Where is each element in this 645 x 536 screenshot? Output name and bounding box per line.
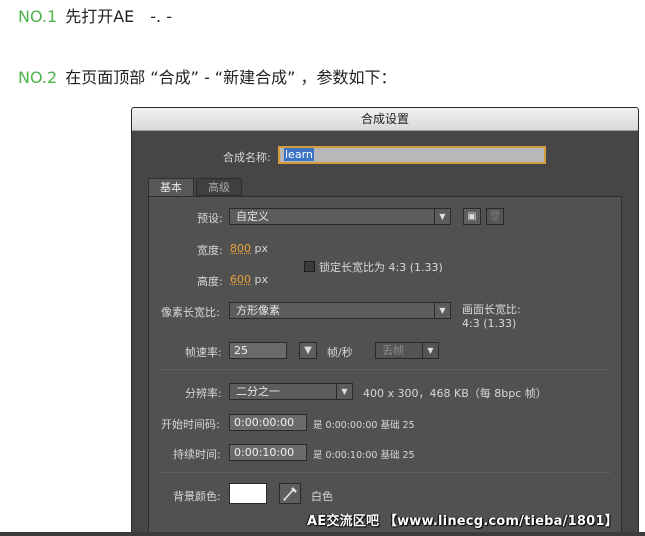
lock-aspect-checkbox[interactable] [304,261,315,272]
fps-label: 帧速率: [185,346,222,359]
width-field[interactable]: 800 px [230,242,268,255]
preset-label: 预设: [197,212,223,225]
start-timecode-label: 开始时间码: [161,418,220,431]
width-unit: px [254,242,269,255]
drop-frame-select[interactable]: 丢帧 ▼ [375,342,439,359]
pixel-aspect-value: 方形像素 [236,304,280,317]
step-1: NO.1 先打开AE -. - [18,3,172,27]
duration-input[interactable]: 0:00:10:00 [229,444,307,461]
duration-label: 持续时间: [173,448,221,461]
lock-aspect-label: 锁定长宽比为 4:3 (1.33) [319,261,443,274]
background-color-label: 背景颜色: [173,490,221,503]
frame-aspect-value: 4:3 (1.33) [462,317,517,330]
dialog-title: 合成设置 [132,108,638,131]
preset-value: 自定义 [236,210,269,223]
background-color-swatch[interactable] [229,483,267,504]
step-2-text: 在页面顶部 “合成” - “新建合成” ，参数如下： [65,68,397,87]
tab-basic[interactable]: 基本 [148,178,194,196]
chevron-down-icon: ▼ [304,345,312,356]
composition-name-label: 合成名称: [223,151,271,164]
resolution-value: 二分之一 [236,385,280,398]
trash-icon[interactable]: 🗑 [486,208,504,225]
forum-watermark: AE交流区吧 【www.linecg.com/tieba/1801】 [307,514,618,529]
drop-frame-value: 丢帧 [382,344,404,357]
resolution-select[interactable]: 二分之一 ▼ [229,383,353,400]
tab-advanced[interactable]: 高级 [196,178,242,196]
bottom-border [0,532,645,536]
chevron-down-icon: ▼ [434,303,450,318]
fps-dropdown-button[interactable]: ▼ [299,342,317,359]
duration-info: 是 0:00:10:00 基础 25 [313,450,415,461]
composition-name-input[interactable]: learn [278,146,546,164]
eyedropper-icon [283,487,297,501]
pixel-aspect-select[interactable]: 方形像素 ▼ [229,302,451,319]
height-field[interactable]: 600 px [230,273,268,286]
resolution-info: 400 x 300，468 KB（每 8bpc 帧） [363,387,547,400]
start-timecode-info: 是 0:00:00:00 基础 25 [313,420,415,431]
pixel-aspect-label: 像素长宽比: [161,306,220,319]
width-value: 800 [230,242,251,255]
fps-input[interactable]: 25 [229,342,287,359]
step-1-text: 先打开AE -. - [65,7,172,26]
width-label: 宽度: [197,244,223,257]
step-1-number: NO.1 [18,7,58,26]
height-unit: px [254,273,269,286]
step-2-number: NO.2 [18,68,58,87]
step-2: NO.2 在页面顶部 “合成” - “新建合成” ，参数如下： [18,64,396,88]
composition-name-value: learn [284,148,314,161]
background-color-name: 白色 [311,490,333,503]
chevron-down-icon: ▼ [336,384,352,399]
eyedropper-button[interactable] [279,483,301,504]
divider [159,472,611,473]
frame-aspect-label: 画面长宽比: [462,303,521,316]
resolution-label: 分辨率: [185,387,222,400]
fps-unit: 帧/秒 [327,346,353,359]
height-label: 高度: [197,275,223,288]
chevron-down-icon: ▼ [434,209,450,224]
start-timecode-input[interactable]: 0:00:00:00 [229,414,307,431]
preset-select[interactable]: 自定义 ▼ [229,208,451,225]
divider [159,369,611,370]
height-value: 600 [230,273,251,286]
chevron-down-icon: ▼ [422,343,438,358]
basic-settings-panel: 预设: 自定义 ▼ ▣ 🗑 宽度: 800 px 锁定长宽比为 4:3 (1.3… [148,196,622,536]
save-preset-icon[interactable]: ▣ [463,208,481,225]
composition-settings-dialog: 合成设置 合成名称: learn 基本 高级 预设: 自定义 ▼ ▣ 🗑 宽度:… [131,107,639,536]
